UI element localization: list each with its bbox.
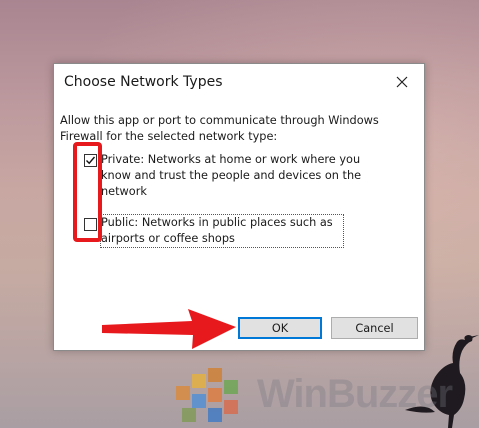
- ok-button[interactable]: OK: [238, 317, 322, 339]
- close-icon: [396, 76, 408, 88]
- dialog-title: Choose Network Types: [64, 74, 223, 90]
- checkbox-highlight-annotation: [73, 142, 102, 242]
- watermark-text: WinBuzzer: [257, 372, 453, 416]
- winbuzzer-logo-icon: [176, 368, 238, 422]
- close-button[interactable]: [388, 70, 416, 94]
- cancel-button[interactable]: Cancel: [331, 317, 418, 339]
- dialog-description: Allow this app or port to communicate th…: [60, 114, 379, 143]
- private-option-label[interactable]: Private: Networks at home or work where …: [101, 152, 373, 200]
- arrow-annotation-icon: [102, 309, 236, 349]
- public-option-label[interactable]: Public: Networks in public places such a…: [101, 215, 343, 247]
